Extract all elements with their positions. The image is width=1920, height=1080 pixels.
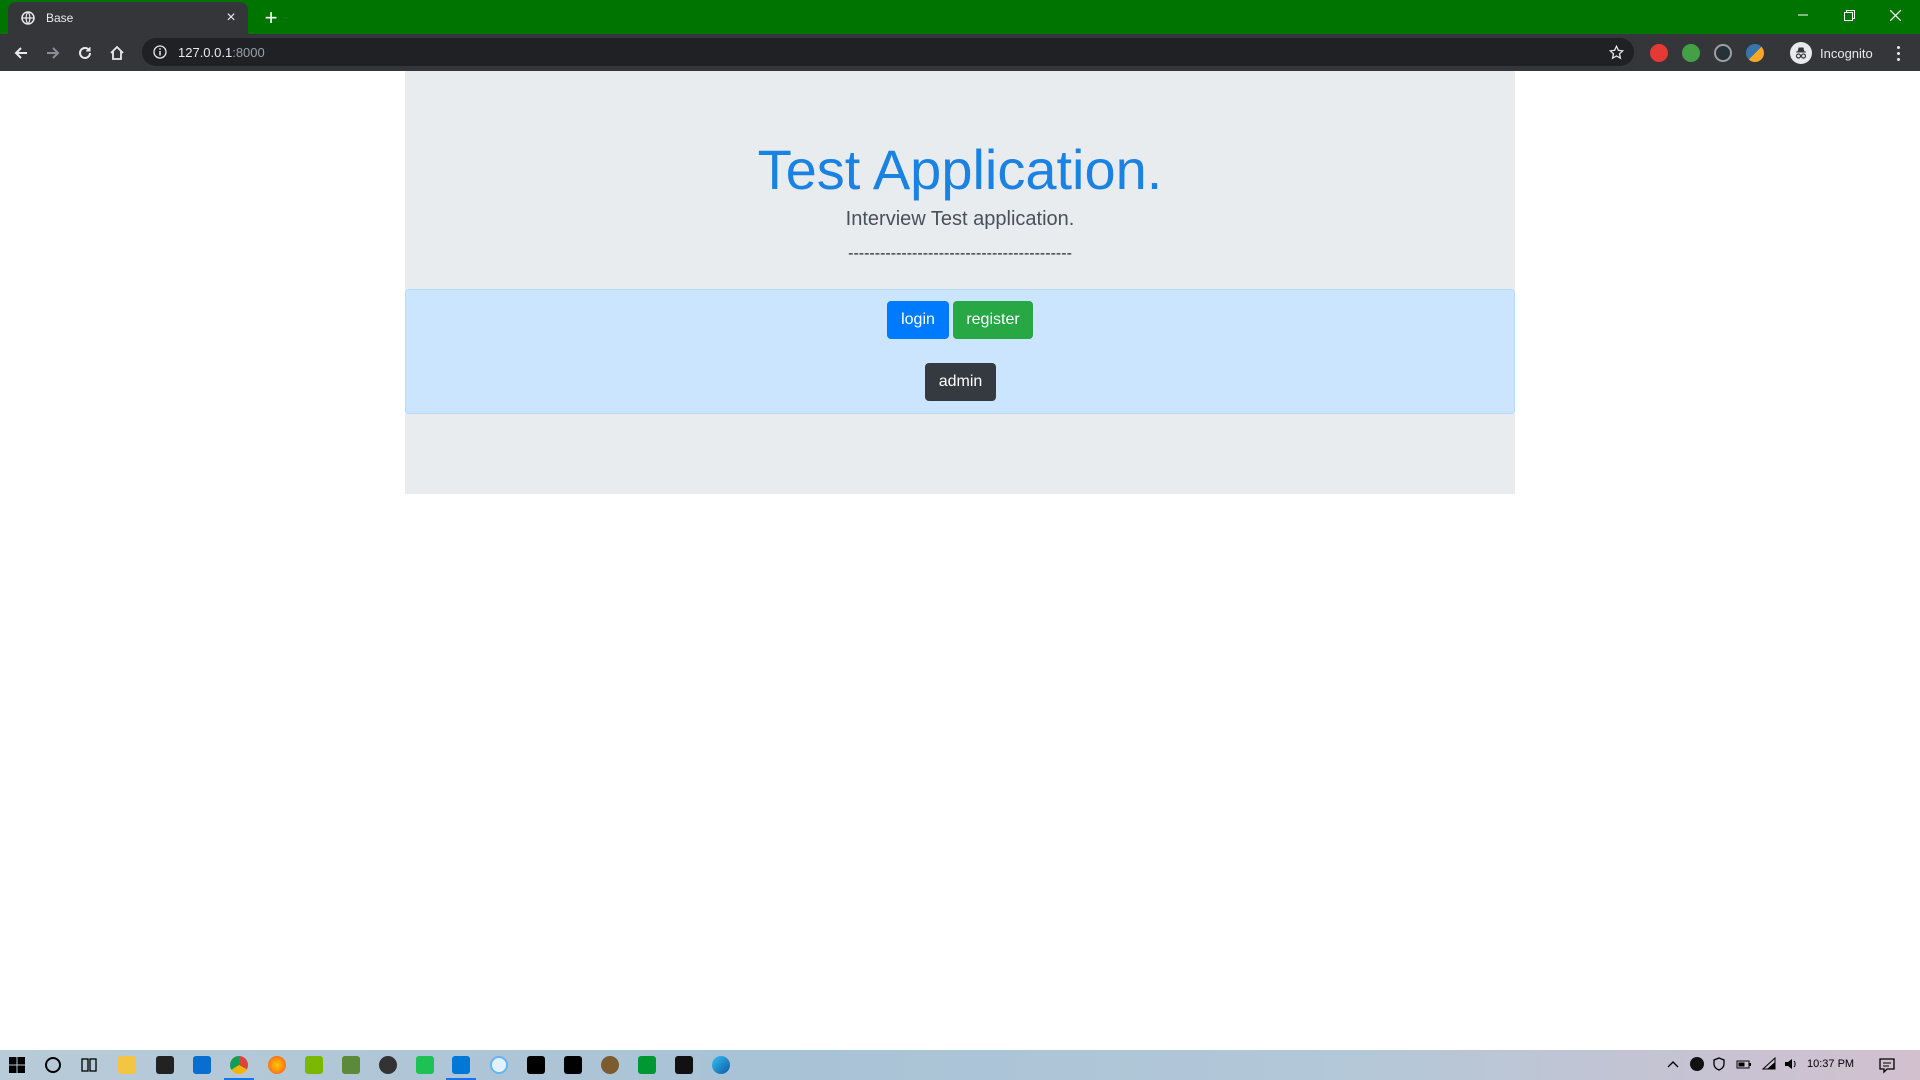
home-icon[interactable] xyxy=(103,39,131,67)
incognito-icon xyxy=(1790,42,1812,64)
app-icon[interactable] xyxy=(342,1056,360,1074)
page-subtitle: Interview Test application. xyxy=(845,208,1075,230)
url-host: 127.0.0.1 xyxy=(178,44,233,60)
minimize-icon[interactable] xyxy=(1780,0,1826,30)
chrome-icon[interactable] xyxy=(230,1056,248,1074)
browser-toolbar: 127.0.0.1:8000 Incognito xyxy=(0,34,1920,71)
notification-icon[interactable] xyxy=(1878,1056,1896,1074)
address-bar[interactable]: 127.0.0.1:8000 xyxy=(142,38,1634,66)
extension-red-icon[interactable] xyxy=(1650,44,1668,62)
arrow-right-icon[interactable] xyxy=(39,39,67,67)
vim-icon[interactable] xyxy=(638,1056,656,1074)
admin-button[interactable]: admin xyxy=(925,363,996,401)
star-icon[interactable] xyxy=(1606,42,1626,62)
vscode-icon[interactable] xyxy=(452,1056,470,1074)
app-icon[interactable] xyxy=(1690,1057,1704,1071)
close-icon[interactable] xyxy=(1872,0,1918,30)
calculator-icon[interactable] xyxy=(675,1056,693,1074)
firefox-icon[interactable] xyxy=(268,1056,286,1074)
app-icon[interactable] xyxy=(490,1056,508,1074)
pycharm-icon[interactable] xyxy=(527,1056,545,1074)
profile-button[interactable]: Incognito xyxy=(1788,40,1886,66)
info-icon[interactable] xyxy=(150,42,170,62)
jumbotron: Test Application. Interview Test applica… xyxy=(405,71,1515,494)
line-icon[interactable] xyxy=(416,1056,434,1074)
obs-icon[interactable] xyxy=(379,1056,397,1074)
file-explorer-icon[interactable] xyxy=(118,1056,136,1074)
system-clock[interactable]: 10:37 PM xyxy=(1807,1058,1854,1070)
wifi-icon[interactable] xyxy=(1761,1056,1776,1071)
windows-start-icon[interactable] xyxy=(8,1056,26,1074)
cortana-icon[interactable] xyxy=(44,1056,62,1074)
profile-label: Incognito xyxy=(1820,45,1873,61)
task-view-icon[interactable] xyxy=(80,1056,98,1074)
battery-icon[interactable] xyxy=(1736,1057,1751,1071)
plus-icon[interactable]: + xyxy=(258,5,284,31)
login-button[interactable]: login xyxy=(887,301,949,339)
arrow-left-icon[interactable] xyxy=(7,39,35,67)
globe-icon xyxy=(20,10,36,26)
mail-icon[interactable] xyxy=(193,1056,211,1074)
app-icon[interactable] xyxy=(601,1056,619,1074)
extension-dark-icon[interactable] xyxy=(1714,44,1732,62)
register-button[interactable]: register xyxy=(953,301,1033,339)
browser-tab-bar: Base × + xyxy=(0,0,1920,34)
webstorm-icon[interactable] xyxy=(564,1056,582,1074)
windows-taskbar: 10:37 PM xyxy=(0,1050,1920,1080)
divider: ----------------------------------------… xyxy=(848,245,1072,262)
browser-tab[interactable]: Base × xyxy=(8,2,248,34)
utorrent-icon[interactable] xyxy=(305,1056,323,1074)
restore-icon[interactable] xyxy=(1826,0,1872,30)
chevron-up-icon[interactable] xyxy=(1666,1057,1680,1071)
extension-green-icon[interactable] xyxy=(1682,44,1700,62)
edge-icon[interactable] xyxy=(712,1056,730,1074)
tab-title: Base xyxy=(46,11,74,25)
security-icon[interactable] xyxy=(1712,1057,1726,1071)
kebab-menu-icon[interactable] xyxy=(1888,42,1908,64)
url-port: :8000 xyxy=(232,44,265,60)
volume-icon[interactable] xyxy=(1784,1057,1798,1071)
page-title: Test Application. xyxy=(757,138,1163,201)
reload-icon[interactable] xyxy=(71,39,99,67)
close-icon[interactable]: × xyxy=(222,9,240,27)
actions-panel: login register admin xyxy=(405,289,1515,414)
store-icon[interactable] xyxy=(156,1056,174,1074)
extension-python-icon[interactable] xyxy=(1746,44,1764,62)
